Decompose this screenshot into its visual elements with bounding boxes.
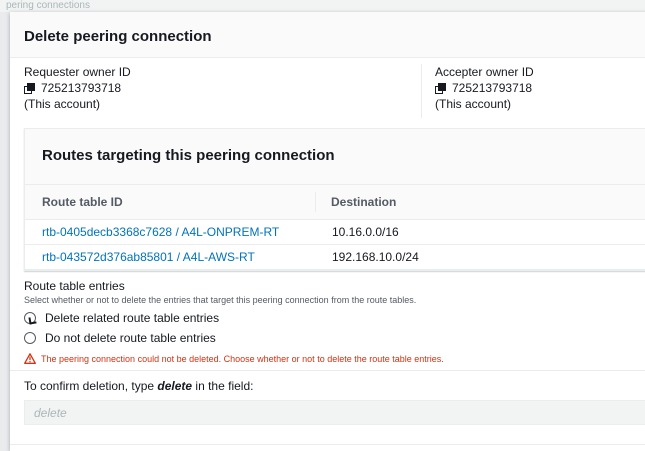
- accepter-owner-label: Accepter owner ID: [435, 65, 534, 79]
- entries-description: Select whether or not to delete the entr…: [24, 295, 417, 305]
- accepter-owner-note: (This account): [435, 97, 512, 111]
- routes-panel-title: Routes targeting this peering connection: [42, 147, 335, 164]
- error-text: The peering connection could not be dele…: [41, 353, 444, 364]
- column-header-destination: Destination: [331, 195, 397, 209]
- requester-owner-id: 725213793718: [24, 80, 421, 96]
- radio-delete-entries[interactable]: Delete related route table entries: [24, 311, 636, 325]
- requester-owner-id-value: 725213793718: [41, 81, 122, 95]
- accepter-owner-id-value: 725213793718: [452, 81, 533, 95]
- copy-icon[interactable]: [24, 82, 36, 94]
- table-row: rtb-0405decb3368c7628 / A4L-ONPREM-RT 10…: [25, 220, 645, 245]
- requester-owner: Requester owner ID 725213793718 (This ac…: [24, 64, 422, 118]
- routes-table: Route table ID Destination rtb-0405decb3…: [25, 185, 645, 270]
- accepter-owner-id: 725213793718: [435, 80, 534, 96]
- requester-owner-note: (This account): [24, 97, 101, 111]
- table-row: rtb-043572d376ab85801 / A4L-AWS-RT 192.1…: [25, 245, 645, 270]
- footer-divider: [10, 444, 645, 445]
- route-table-link[interactable]: rtb-0405decb3368c7628 / A4L-ONPREM-RT: [25, 225, 316, 239]
- warning-icon: [24, 353, 36, 364]
- table-header: Route table ID Destination: [25, 185, 645, 220]
- delete-peering-modal: Delete peering connection Requester owne…: [10, 12, 645, 451]
- backdrop-breadcrumb: pering connections: [0, 0, 645, 12]
- confirm-label-keyword: delete: [157, 379, 193, 393]
- confirm-label-before: To confirm deletion, type: [24, 379, 158, 393]
- error-message: The peering connection could not be dele…: [24, 353, 636, 364]
- routes-panel-header: Routes targeting this peering connection: [25, 129, 645, 185]
- column-header-route-table: Route table ID: [25, 192, 316, 212]
- radio-label[interactable]: Do not delete route table entries: [45, 331, 216, 345]
- radio-button[interactable]: [24, 312, 36, 324]
- entries-label: Route table entries: [24, 279, 125, 293]
- radio-keep-entries[interactable]: Do not delete route table entries: [24, 331, 636, 345]
- modal-title: Delete peering connection: [24, 28, 212, 45]
- confirm-label-after: in the field:: [192, 379, 254, 393]
- destination-cell: 192.168.10.0/24: [332, 250, 419, 264]
- destination-cell: 10.16.0.0/16: [332, 225, 399, 239]
- copy-icon[interactable]: [435, 82, 447, 94]
- requester-owner-label: Requester owner ID: [24, 65, 131, 79]
- modal-header: Delete peering connection: [10, 12, 645, 58]
- confirm-delete-input[interactable]: [24, 400, 645, 425]
- route-table-link[interactable]: rtb-043572d376ab85801 / A4L-AWS-RT: [25, 250, 316, 264]
- accepter-owner: Accepter owner ID 725213793718 (This acc…: [422, 64, 534, 118]
- radio-button[interactable]: [24, 332, 36, 344]
- confirm-section: To confirm deletion, type delete in the …: [10, 371, 645, 425]
- confirm-label: To confirm deletion, type delete in the …: [24, 379, 636, 393]
- radio-label[interactable]: Delete related route table entries: [45, 311, 219, 325]
- routes-panel: Routes targeting this peering connection…: [24, 128, 645, 271]
- owner-ids: Requester owner ID 725213793718 (This ac…: [10, 58, 645, 118]
- route-table-entries: Route table entries Select whether or no…: [10, 271, 645, 364]
